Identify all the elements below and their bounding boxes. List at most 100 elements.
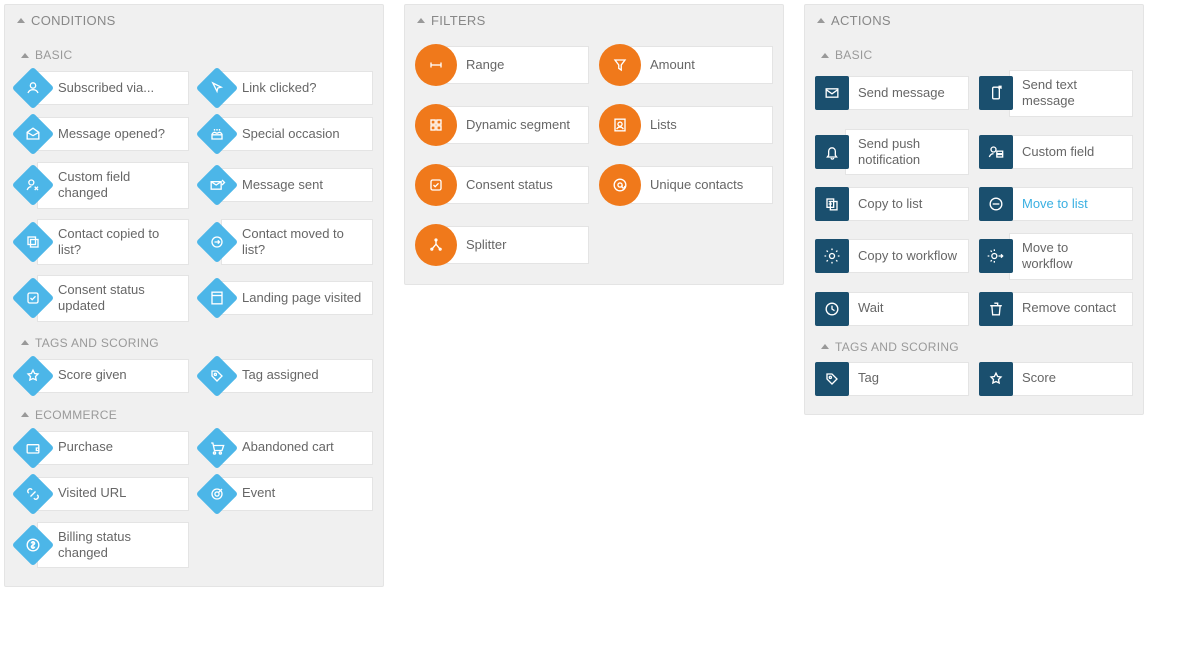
group-header[interactable]: BASIC (815, 40, 1133, 66)
item-label: Remove contact (1009, 292, 1133, 326)
item-label: Custom field changed (37, 162, 189, 209)
actions-item[interactable]: Copy to list (815, 187, 969, 221)
actions-panel: ACTIONS BASIC Send message Send text messa… (804, 4, 1144, 415)
actions-item[interactable]: Move to list (979, 187, 1133, 221)
clock-icon (815, 292, 849, 326)
tag-icon (815, 362, 849, 396)
item-label: Abandoned cart (221, 431, 373, 465)
bell-icon (815, 135, 849, 169)
chevron-up-icon (821, 53, 829, 58)
star-icon (979, 362, 1013, 396)
item-label: Unique contacts (623, 166, 773, 204)
item-label: Special occasion (221, 117, 373, 151)
actions-item[interactable]: Remove contact (979, 292, 1133, 326)
filters-item[interactable]: Consent status (415, 164, 589, 206)
group-header[interactable]: TAGS AND SCORING (15, 328, 373, 354)
conditions-item[interactable]: Message sent (199, 162, 373, 209)
conditions-item[interactable]: Link clicked? (199, 70, 373, 106)
conditions-item[interactable]: Contact moved to list? (199, 219, 373, 266)
group-title: BASIC (35, 48, 73, 62)
item-label: Move to list (1009, 187, 1133, 221)
actions-title: ACTIONS (831, 13, 891, 28)
item-label: Custom field (1009, 135, 1133, 169)
item-label: Move to workflow (1009, 233, 1133, 280)
actions-item[interactable]: Copy to workflow (815, 233, 969, 280)
filters-panel: FILTERS Range AmountDynamic segmentListsC… (404, 4, 784, 285)
conditions-item[interactable]: Tag assigned (199, 358, 373, 394)
item-label: Wait (845, 292, 969, 326)
cart-icon (199, 430, 235, 466)
item-label: Consent status updated (37, 275, 189, 322)
user-edit-icon (15, 167, 51, 203)
phone-out-icon (979, 76, 1013, 110)
envelope-open-icon (15, 116, 51, 152)
gear-move-icon (979, 239, 1013, 273)
chevron-up-icon (821, 344, 829, 349)
item-label: Send message (845, 76, 969, 110)
conditions-item[interactable]: Visited URL (15, 476, 189, 512)
filters-item[interactable]: Amount (599, 44, 773, 86)
item-label: Send push notification (845, 129, 969, 176)
funnel-icon (599, 44, 641, 86)
chevron-up-icon (21, 53, 29, 58)
move-icon (199, 224, 235, 260)
conditions-header[interactable]: CONDITIONS (5, 5, 383, 36)
item-label: Contact copied to list? (37, 219, 189, 266)
chevron-up-icon (817, 18, 825, 23)
actions-item[interactable]: Score (979, 362, 1133, 396)
tag-icon (199, 358, 235, 394)
conditions-item[interactable]: Special occasion (199, 116, 373, 152)
conditions-item[interactable]: Event (199, 476, 373, 512)
actions-item[interactable]: Tag (815, 362, 969, 396)
conditions-item[interactable]: Message opened? (15, 116, 189, 152)
check-box-icon (415, 164, 457, 206)
conditions-title: CONDITIONS (31, 13, 116, 28)
actions-item[interactable]: Move to workflow (979, 233, 1133, 280)
wallet-icon (15, 430, 51, 466)
actions-item[interactable]: Send message (815, 70, 969, 117)
item-label: Message opened? (37, 117, 189, 151)
conditions-item[interactable]: Consent status updated (15, 275, 189, 322)
filters-title: FILTERS (431, 13, 486, 28)
group-title: TAGS AND SCORING (835, 340, 959, 354)
conditions-item[interactable]: Subscribed via... (15, 70, 189, 106)
actions-item[interactable]: Custom field (979, 129, 1133, 176)
conditions-item[interactable]: Custom field changed (15, 162, 189, 209)
conditions-item[interactable]: Contact copied to list? (15, 219, 189, 266)
filters-item[interactable]: Unique contacts (599, 164, 773, 206)
at-icon (599, 164, 641, 206)
user-field-icon (979, 135, 1013, 169)
target-icon (199, 476, 235, 512)
copy-list-icon (815, 187, 849, 221)
chevron-up-icon (417, 18, 425, 23)
actions-item[interactable]: Wait (815, 292, 969, 326)
item-label: Visited URL (37, 477, 189, 511)
conditions-item[interactable]: Landing page visited (199, 275, 373, 322)
dollar-icon (15, 527, 51, 563)
envelope-icon (815, 76, 849, 110)
conditions-item[interactable]: Score given (15, 358, 189, 394)
item-label: Copy to list (845, 187, 969, 221)
item-label: Landing page visited (221, 281, 373, 315)
item-label: Range (439, 46, 589, 84)
filters-header[interactable]: FILTERS (405, 5, 783, 36)
item-label: Score given (37, 359, 189, 393)
page-icon (199, 280, 235, 316)
conditions-item[interactable]: Purchase (15, 430, 189, 466)
filters-item[interactable]: Range (415, 44, 589, 86)
filters-item[interactable]: Dynamic segment (415, 104, 589, 146)
actions-header[interactable]: ACTIONS (805, 5, 1143, 36)
group-header[interactable]: TAGS AND SCORING (815, 332, 1133, 358)
filters-item[interactable]: Lists (599, 104, 773, 146)
group-title: ECOMMERCE (35, 408, 117, 422)
actions-item[interactable]: Send text message (979, 70, 1133, 117)
group-header[interactable]: BASIC (15, 40, 373, 66)
filters-item[interactable]: Splitter (415, 224, 589, 266)
conditions-item[interactable]: Billing status changed (15, 522, 189, 569)
item-label: Subscribed via... (37, 71, 189, 105)
conditions-item[interactable]: Abandoned cart (199, 430, 373, 466)
group-header[interactable]: ECOMMERCE (15, 400, 373, 426)
split-icon (415, 224, 457, 266)
actions-item[interactable]: Send push notification (815, 129, 969, 176)
group-title: BASIC (835, 48, 873, 62)
